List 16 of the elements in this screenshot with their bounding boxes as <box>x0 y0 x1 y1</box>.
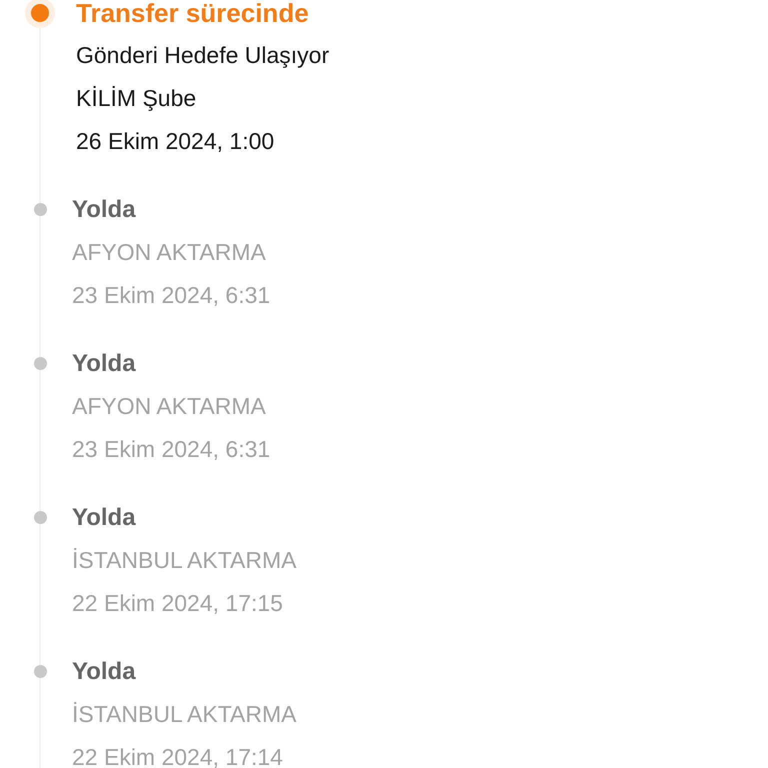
event-detail: KİLİM Şube <box>76 84 198 113</box>
event-detail: AFYON AKTARMA <box>72 392 267 421</box>
event-detail: 22 Ekim 2024, 17:14 <box>72 743 284 768</box>
event-detail: 23 Ekim 2024, 6:31 <box>72 435 270 464</box>
event-detail: 23 Ekim 2024, 6:31 <box>72 281 270 310</box>
event-detail: 26 Ekim 2024, 1:00 <box>76 127 276 156</box>
event-title: Transfer sürecinde <box>76 0 310 26</box>
event-detail: AFYON AKTARMA <box>72 238 267 267</box>
event-title: Yolda <box>72 349 137 379</box>
event-title: Yolda <box>72 195 137 225</box>
event-detail: İSTANBUL AKTARMA <box>72 546 297 575</box>
event-title: Yolda <box>72 657 137 687</box>
event-detail: 22 Ekim 2024, 17:15 <box>72 589 284 618</box>
event-detail: Gönderi Hedefe Ulaşıyor <box>76 41 330 70</box>
event-detail: İSTANBUL AKTARMA <box>72 700 297 729</box>
event-title: Yolda <box>72 503 137 533</box>
